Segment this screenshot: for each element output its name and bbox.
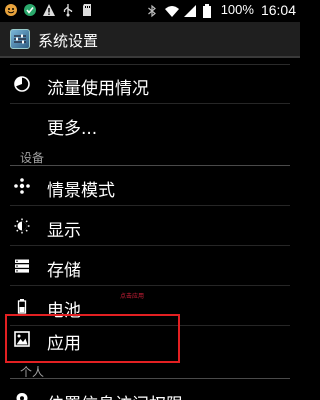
brightness-icon (14, 218, 30, 234)
highlight-box (5, 314, 180, 363)
list-item-more[interactable]: 更多... (0, 104, 300, 144)
warning-icon (42, 2, 56, 16)
scenario-mode-icon (14, 178, 30, 194)
list-item-label: 位置信息访问权限 (47, 390, 183, 400)
status-bar: 100% 16:04 (0, 0, 300, 22)
bluetooth-icon (145, 3, 159, 18)
check-circle-icon (23, 2, 37, 16)
list-item-location[interactable]: 位置信息访问权限 (0, 380, 300, 400)
action-bar: 系统设置 (0, 22, 300, 58)
battery-percentage: 100% (220, 2, 254, 17)
data-usage-icon (14, 76, 30, 92)
list-item-scenario-mode[interactable]: 情景模式 (0, 166, 300, 206)
smiley-icon (4, 2, 18, 16)
battery-icon (14, 298, 30, 314)
page-title: 系统设置 (38, 32, 99, 50)
storage-icon (14, 258, 30, 274)
signal-icon (183, 3, 197, 17)
list-item-display[interactable]: 显示 (0, 206, 300, 246)
list-item-label: 流量使用情况 (47, 79, 149, 99)
settings-app-icon[interactable] (10, 29, 30, 49)
settings-list: 流量使用情况 更多... 设备 情景模式 显示 存储 电池 点击应用 应用 个人 (0, 60, 300, 400)
list-item-label: 更多... (47, 119, 98, 139)
list-item-label: 存储 (47, 261, 81, 281)
location-icon (14, 392, 30, 400)
sd-card-icon (80, 2, 94, 16)
clock: 16:04 (260, 2, 296, 18)
section-divider (10, 378, 290, 379)
wifi-icon (164, 3, 179, 17)
section-header-device: 设备 (20, 151, 45, 165)
list-item-storage[interactable]: 存储 (0, 246, 300, 286)
list-item-data-usage[interactable]: 流量使用情况 (0, 64, 300, 104)
annotation-text: 点击应用 (120, 293, 145, 300)
list-item-label: 情景模式 (47, 181, 115, 201)
usb-icon (61, 2, 75, 17)
battery-icon (202, 3, 216, 18)
list-item-label: 显示 (47, 221, 81, 241)
